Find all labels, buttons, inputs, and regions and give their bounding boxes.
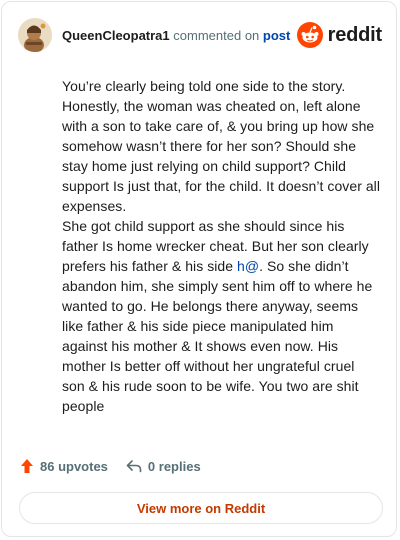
upvotes-count: 86 upvotes <box>40 458 108 474</box>
comment-inline-link[interactable]: h@ <box>237 258 259 274</box>
post-link[interactable]: post <box>263 28 290 43</box>
reddit-logo[interactable]: reddit <box>296 22 383 48</box>
comment-meta: QueenCleopatra1 commented on post <box>62 28 290 43</box>
comment-paragraph-1: You’re clearly being told one side to th… <box>62 78 381 214</box>
view-more-button[interactable]: View more on Reddit <box>19 492 383 524</box>
upvotes-stat[interactable]: 86 upvotes <box>20 458 108 474</box>
comment-embed-card: QueenCleopatra1 commented on post reddit… <box>1 1 397 537</box>
comment-paragraph-2: She got child support as she should sinc… <box>62 216 380 416</box>
reddit-alien-icon <box>296 22 323 48</box>
paragraph-2-text-after: . So she didn’t abandon him, she simply … <box>62 258 373 414</box>
replies-stat[interactable]: 0 replies <box>126 459 201 474</box>
action-text: commented on <box>173 27 260 43</box>
reddit-wordmark: reddit <box>327 23 383 46</box>
avatar-icon[interactable] <box>18 18 52 52</box>
comment-body: You’re clearly being told one side to th… <box>62 76 380 416</box>
comment-footer: 86 upvotes 0 replies <box>20 458 201 474</box>
username-link[interactable]: QueenCleopatra1 <box>62 28 170 43</box>
reply-arrow-icon <box>126 460 142 473</box>
replies-count: 0 replies <box>147 458 201 474</box>
comment-header: QueenCleopatra1 commented on post reddit <box>18 18 382 52</box>
upvote-arrow-icon <box>21 459 33 473</box>
